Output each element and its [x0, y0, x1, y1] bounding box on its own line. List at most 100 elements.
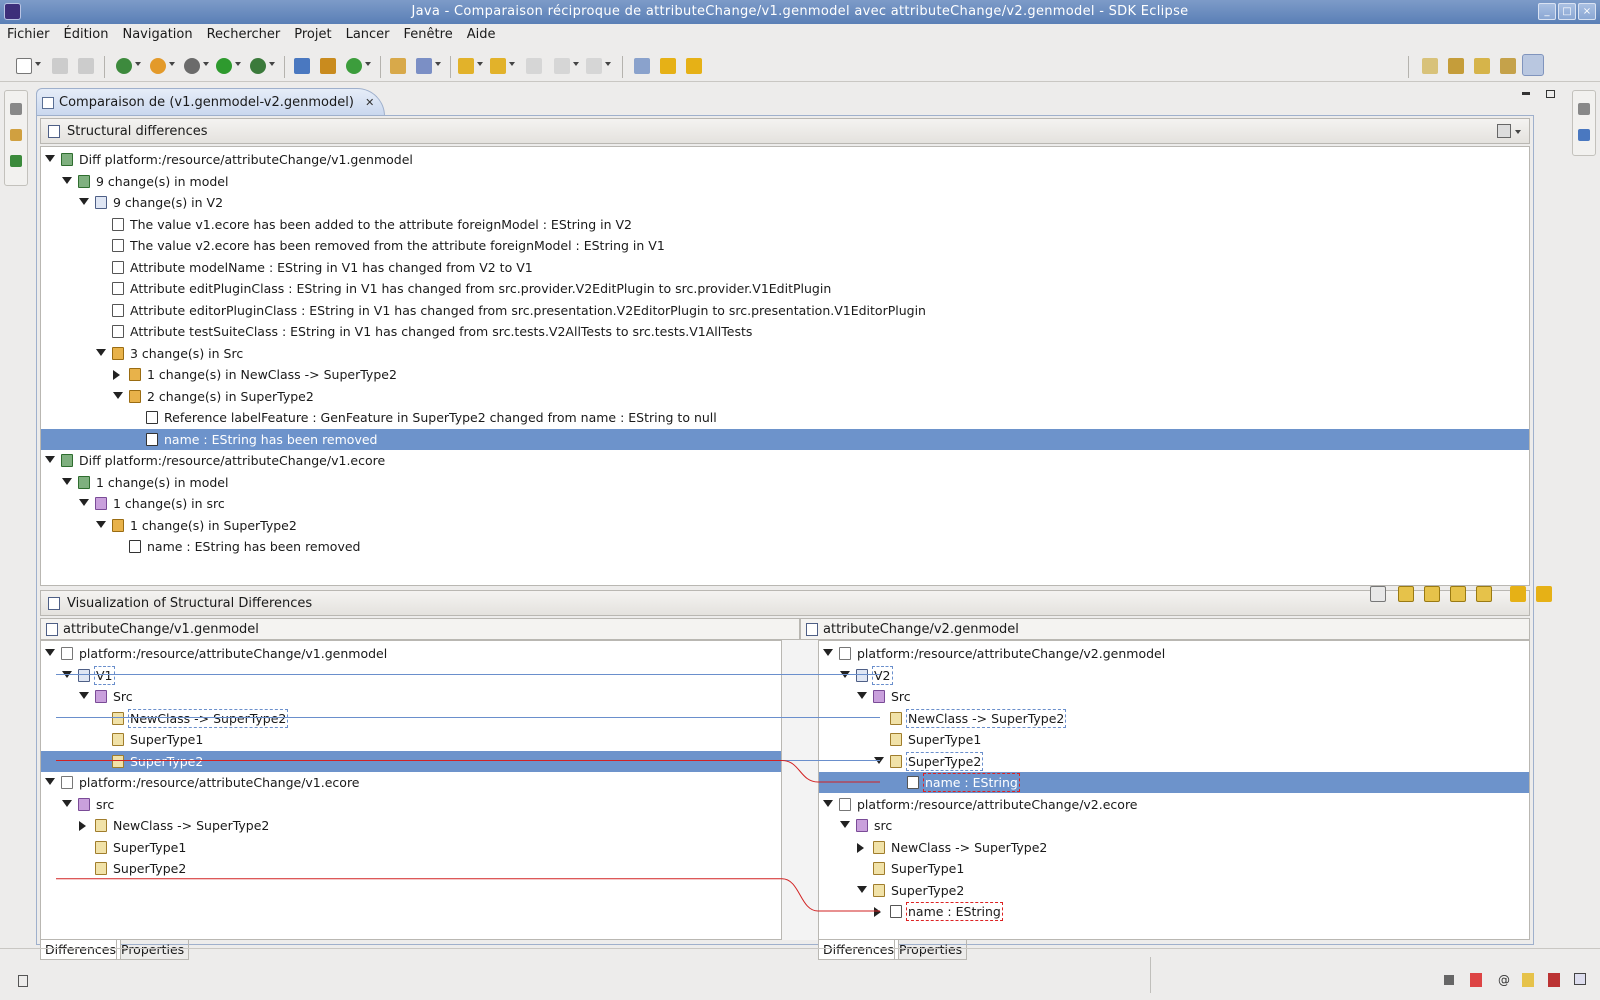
perspective-debug-icon[interactable]: [1474, 58, 1490, 74]
copy-right-icon[interactable]: [1450, 586, 1466, 602]
perspective-java-icon[interactable]: [1522, 54, 1544, 76]
structural-diff-row[interactable]: Diff platform:/resource/attributeChange/…: [41, 149, 1529, 170]
javadoc-icon[interactable]: @: [1498, 973, 1510, 987]
new-icon[interactable]: [16, 58, 32, 74]
structural-diff-row[interactable]: 1 change(s) in src: [41, 493, 1529, 514]
close-window-button[interactable]: ×: [1578, 3, 1596, 20]
expand-arrow-icon[interactable]: [62, 176, 72, 184]
menu-navigation[interactable]: Navigation: [115, 24, 199, 46]
structural-diff-row[interactable]: Reference labelFeature : GenFeature in S…: [41, 407, 1529, 428]
menu-lancer[interactable]: Lancer: [339, 24, 397, 46]
structural-diff-label: Attribute testSuiteClass : EString in V1…: [130, 324, 753, 339]
refresh-icon[interactable]: [346, 58, 362, 74]
restore-icon[interactable]: [1578, 103, 1590, 115]
menu-fenetre[interactable]: Fenêtre: [397, 24, 460, 46]
structural-diff-row[interactable]: Attribute editorPluginClass : EString in…: [41, 300, 1529, 321]
title-bar: Java - Comparaison réciproque de attribu…: [0, 0, 1600, 24]
print-icon[interactable]: [78, 58, 94, 74]
structural-diff-label: Attribute modelName : EString in V1 has …: [130, 259, 533, 275]
structural-diff-row[interactable]: 1 change(s) in SuperType2: [41, 515, 1529, 536]
chevron-down-icon[interactable]: [1515, 130, 1521, 134]
copy-all-icon[interactable]: [634, 58, 650, 74]
layout-icon[interactable]: [1370, 586, 1386, 602]
save-diff-icon[interactable]: [1497, 124, 1511, 138]
structural-diff-row[interactable]: Attribute testSuiteClass : EString in V1…: [41, 321, 1529, 342]
structural-diff-row[interactable]: Diff platform:/resource/attributeChange/…: [41, 450, 1529, 471]
structural-diff-row[interactable]: name : EString has been removed: [41, 428, 1529, 450]
next-change-icon[interactable]: [1510, 586, 1526, 602]
new-class-icon[interactable]: [294, 58, 310, 74]
main-toolbar: [0, 48, 1600, 82]
restore-icon[interactable]: [10, 103, 22, 115]
new-java-project-icon[interactable]: [116, 58, 132, 74]
menu-rechercher[interactable]: Rechercher: [200, 24, 288, 46]
console-icon[interactable]: [1548, 973, 1560, 987]
structural-diff-row[interactable]: 9 change(s) in V2: [41, 192, 1529, 213]
structural-differences-tree[interactable]: Diff platform:/resource/attributeChange/…: [40, 146, 1530, 586]
expand-arrow-icon[interactable]: [96, 348, 106, 356]
problems-icon[interactable]: [1470, 973, 1482, 987]
previous-difference-icon[interactable]: [686, 58, 702, 74]
structural-diff-row[interactable]: 1 change(s) in NewClass -> SuperType2: [41, 364, 1529, 385]
hierarchy-icon[interactable]: [10, 129, 22, 141]
back-icon[interactable]: [554, 58, 570, 74]
expand-arrow-icon[interactable]: [45, 456, 55, 463]
perspective-team-icon[interactable]: [1448, 58, 1464, 74]
structural-diff-row[interactable]: 1 change(s) in model: [41, 472, 1529, 493]
menu-edition[interactable]: Édition: [57, 24, 116, 46]
open-type-icon[interactable]: [390, 58, 406, 74]
structural-diff-row[interactable]: The value v2.ecore has been removed from…: [41, 235, 1529, 256]
next-annotation-icon[interactable]: [458, 58, 474, 74]
declaration-icon[interactable]: [1522, 973, 1534, 987]
forward-icon[interactable]: [586, 58, 602, 74]
previous-annotation-icon[interactable]: [490, 58, 506, 74]
structural-diff-row[interactable]: 9 change(s) in model: [41, 171, 1529, 192]
menu-projet[interactable]: Projet: [287, 24, 338, 46]
new-interface-icon[interactable]: [320, 58, 336, 74]
outline-icon[interactable]: [1578, 129, 1590, 141]
model-icon: [806, 623, 818, 636]
last-edit-icon[interactable]: [526, 58, 542, 74]
expand-arrow-icon[interactable]: [79, 198, 89, 205]
structural-diff-row[interactable]: name : EString has been removed: [41, 536, 1529, 557]
package-explorer-icon[interactable]: [10, 155, 22, 167]
menu-fichier[interactable]: Fichier: [0, 24, 57, 46]
maximize-window-button[interactable]: □: [1558, 3, 1576, 20]
save-icon[interactable]: [52, 58, 68, 74]
editor-tab-compare[interactable]: Comparaison de (v1.genmodel-v2.genmodel)…: [36, 88, 386, 116]
expand-arrow-icon[interactable]: [62, 477, 72, 485]
minimize-window-button[interactable]: _: [1538, 3, 1556, 20]
expand-arrow-icon[interactable]: [79, 499, 89, 506]
search-icon[interactable]: [416, 58, 432, 74]
expand-arrow-icon[interactable]: [113, 391, 123, 399]
external-tools-icon[interactable]: [250, 58, 266, 74]
close-tab-icon[interactable]: ✕: [365, 96, 374, 109]
open-perspective-icon[interactable]: [1422, 58, 1438, 74]
debug-icon[interactable]: [184, 58, 200, 74]
structural-diff-row[interactable]: Attribute editPluginClass : EString in V…: [41, 278, 1529, 299]
collapse-arrow-icon[interactable]: [113, 370, 120, 380]
structural-diff-row[interactable]: 2 change(s) in SuperType2: [41, 386, 1529, 407]
restore-icon[interactable]: [1444, 975, 1454, 985]
minimize-editor-icon[interactable]: [1522, 92, 1530, 95]
menu-aide[interactable]: Aide: [460, 24, 503, 46]
structural-diff-row[interactable]: Attribute modelName : EString in V1 has …: [41, 257, 1529, 278]
perspective-sdk-icon[interactable]: [1500, 58, 1516, 74]
structural-diff-row[interactable]: 3 change(s) in Src: [41, 343, 1529, 364]
progress-icon[interactable]: [1574, 973, 1586, 985]
expand-arrow-icon[interactable]: [45, 155, 55, 162]
previous-change-icon[interactable]: [1536, 586, 1552, 602]
run-icon[interactable]: [216, 58, 232, 74]
next-difference-icon[interactable]: [660, 58, 676, 74]
fast-view-icon[interactable]: [18, 975, 28, 987]
maximize-editor-icon[interactable]: [1546, 90, 1555, 98]
attr-node-icon: [112, 260, 124, 274]
copy-left-icon[interactable]: [1424, 586, 1440, 602]
copy-all-right-icon[interactable]: [1476, 586, 1492, 602]
pkg-node-icon: [95, 497, 107, 510]
tree-node-icon: [61, 153, 73, 166]
expand-arrow-icon[interactable]: [96, 520, 106, 528]
new-package-icon[interactable]: [150, 58, 166, 74]
structural-diff-row[interactable]: The value v1.ecore has been added to the…: [41, 214, 1529, 235]
copy-all-left-icon[interactable]: [1398, 586, 1414, 602]
